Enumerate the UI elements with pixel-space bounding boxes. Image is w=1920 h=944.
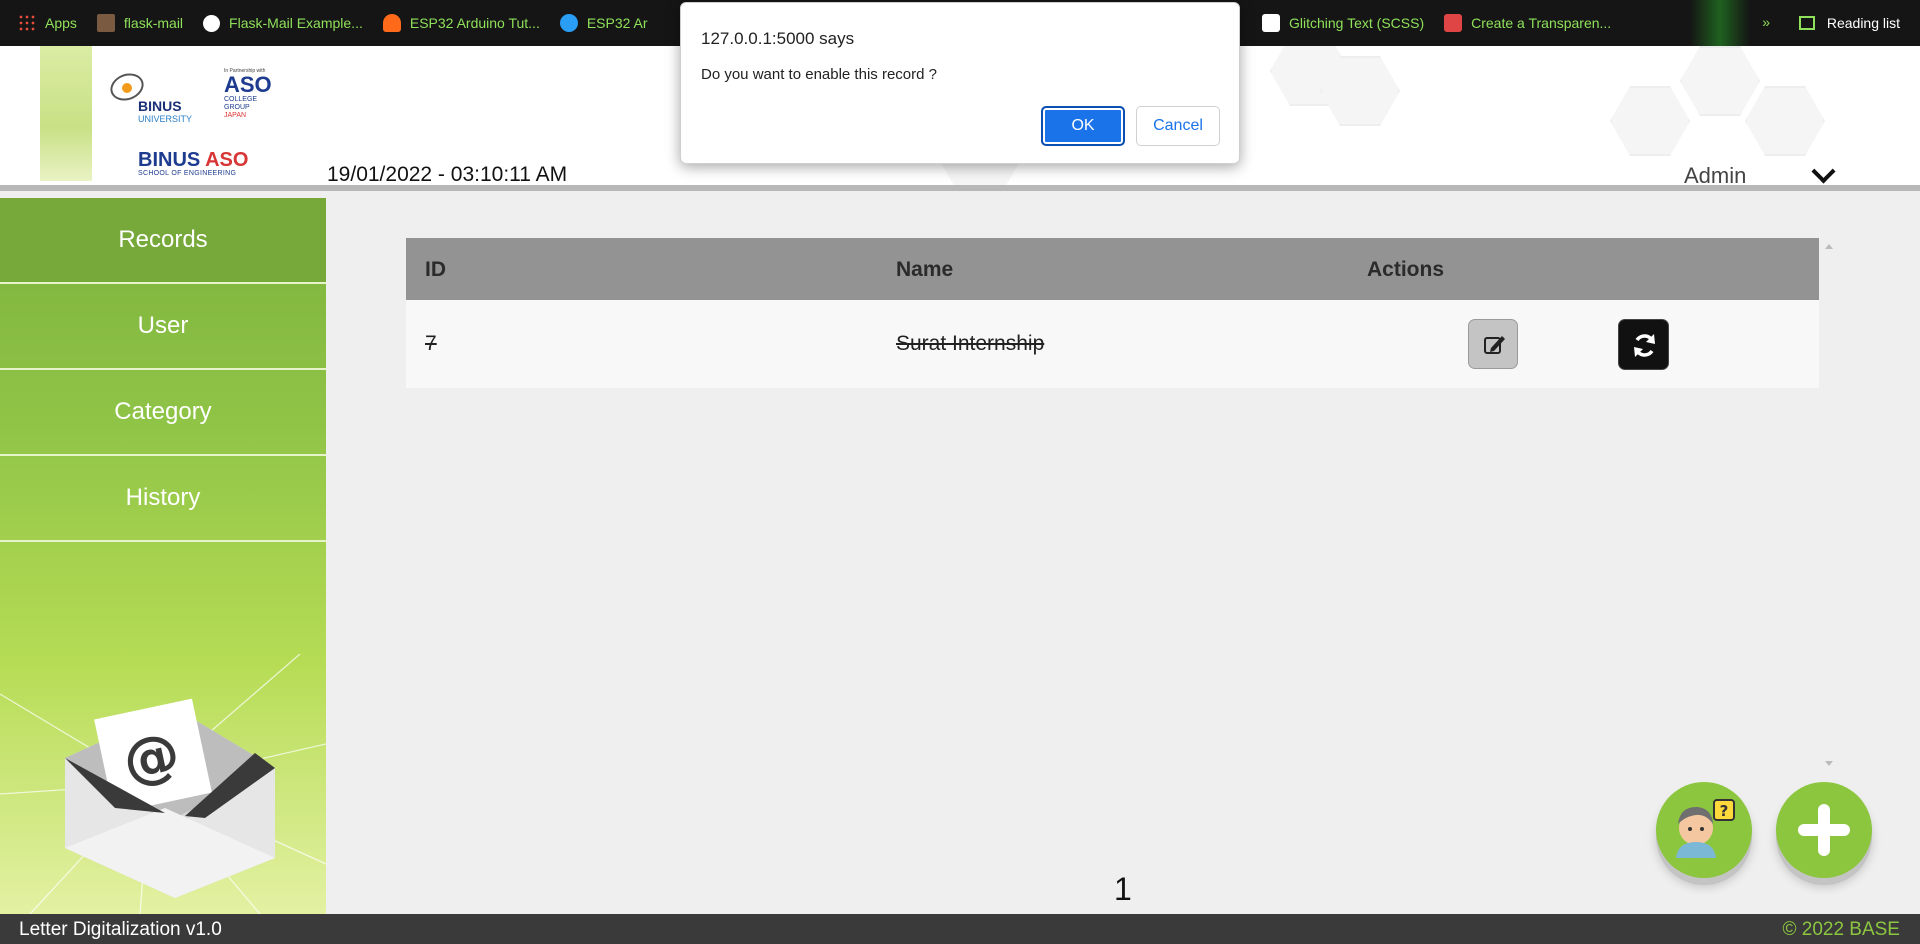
svg-text:?: ?	[1720, 802, 1729, 820]
logo-aso-sub2: GROUP	[224, 104, 250, 111]
reading-list-button[interactable]: Reading list	[1798, 0, 1900, 46]
copyright: © 2022 BASE	[1782, 919, 1900, 940]
add-record-button[interactable]	[1776, 782, 1872, 878]
reading-list-icon	[1798, 16, 1815, 30]
ttx-icon	[559, 14, 578, 32]
chevron-down-icon[interactable]	[1810, 161, 1838, 185]
bookmark-esp32-tutorial[interactable]: ESP32 Arduino Tut...	[382, 14, 540, 32]
bookmark-apps[interactable]: Apps	[18, 14, 77, 32]
confirm-dialog: 127.0.0.1:5000 says Do you want to enabl…	[680, 2, 1240, 164]
header-divider	[0, 185, 1920, 191]
current-datetime: 19/01/2022 - 03:10:11 AM	[327, 163, 568, 186]
bookmark-create-transparent[interactable]: Create a Transparen...	[1444, 14, 1611, 32]
sidebar-item-label: Category	[114, 398, 212, 425]
table-row: 7 Surat Internship	[406, 300, 1819, 388]
dialog-message: Do you want to enable this record ?	[701, 66, 937, 83]
scroll-up-arrow[interactable]	[1825, 244, 1833, 249]
main-content: ID Name Actions 7 Surat Internship 1 ?	[326, 198, 1920, 914]
table-header: ID Name Actions	[406, 238, 1819, 300]
logo-aso-sub1: COLLEGE	[224, 96, 258, 103]
logo-binus-name: BINUS	[138, 98, 182, 114]
sidebar-item-history[interactable]: History	[0, 456, 326, 542]
decorative-glow	[1690, 0, 1750, 46]
bookmark-flask-mail[interactable]: flask-mail	[96, 14, 183, 32]
binus-university-logo: BINUS UNIVERSITY	[106, 68, 203, 128]
plus-icon	[1798, 804, 1850, 856]
app-version: Letter Digitalization v1.0	[19, 919, 222, 940]
avatar-icon	[96, 14, 115, 32]
dialog-origin: 127.0.0.1:5000 says	[701, 29, 855, 48]
column-header-actions: Actions	[1367, 258, 1445, 281]
app-footer: Letter Digitalization v1.0 © 2022 BASE	[0, 914, 1920, 944]
ok-button[interactable]: OK	[1041, 106, 1125, 146]
robot-icon	[382, 14, 401, 32]
logo-school-sub: SCHOOL OF ENGINEERING	[138, 170, 237, 177]
logo-school-b1: BINUS	[138, 149, 201, 171]
logo-school-b2: ASO	[205, 149, 249, 171]
sidebar: Records User Category History @	[0, 198, 326, 914]
logo-dot	[122, 83, 132, 93]
records-table: ID Name Actions 7 Surat Internship	[406, 238, 1819, 388]
column-header-name: Name	[896, 258, 954, 281]
bookmark-flask-mail-example[interactable]: Flask-Mail Example...	[203, 14, 363, 32]
pagination-page[interactable]: 1	[1114, 871, 1132, 908]
sidebar-item-label: Records	[118, 226, 208, 253]
edit-button[interactable]	[1468, 319, 1518, 369]
aso-college-logo: In Partnership with ASO COLLEGE GROUP JA…	[224, 68, 272, 119]
sidebar-item-label: History	[125, 484, 201, 511]
decorative-hex	[1610, 86, 1690, 156]
bookmark-esp32-ar[interactable]: ESP32 Ar	[559, 14, 648, 32]
sidebar-item-records[interactable]: Records	[0, 198, 326, 284]
bookmarks-overflow-button[interactable]: »	[1762, 14, 1770, 30]
decorative-hex	[1680, 46, 1760, 116]
scroll-down-arrow[interactable]	[1825, 761, 1833, 766]
github-icon	[203, 14, 221, 32]
enable-record-button[interactable]	[1618, 319, 1669, 370]
sidebar-item-category[interactable]: Category	[0, 370, 326, 456]
email-envelope-icon: @	[65, 698, 275, 898]
help-button[interactable]: ?	[1656, 782, 1752, 878]
refresh-icon	[1634, 334, 1655, 357]
bookmark-glitching-text[interactable]: Glitching Text (SCSS)	[1262, 14, 1424, 32]
cell-name: Surat Internship	[896, 332, 1045, 355]
binus-aso-school-logo: BINUS ASO SCHOOL OF ENGINEERING	[138, 150, 248, 177]
decorative-hex	[1745, 86, 1825, 156]
edit-icon	[1484, 336, 1505, 354]
apps-grid-icon	[18, 14, 36, 32]
decorative-pattern	[40, 46, 92, 181]
logo-aso-name: ASO	[224, 72, 272, 97]
sidebar-item-user[interactable]: User	[0, 284, 326, 370]
help-person-icon: ?	[1676, 799, 1735, 858]
cell-id: 7	[425, 332, 437, 355]
wrench-icon	[1444, 14, 1463, 32]
codepen-icon	[1262, 14, 1280, 32]
column-header-id: ID	[425, 258, 446, 281]
logo-binus-sub: UNIVERSITY	[138, 114, 193, 124]
logo-aso-country: JAPAN	[224, 112, 247, 119]
cancel-button[interactable]: Cancel	[1136, 106, 1220, 146]
sidebar-item-label: User	[137, 312, 189, 339]
